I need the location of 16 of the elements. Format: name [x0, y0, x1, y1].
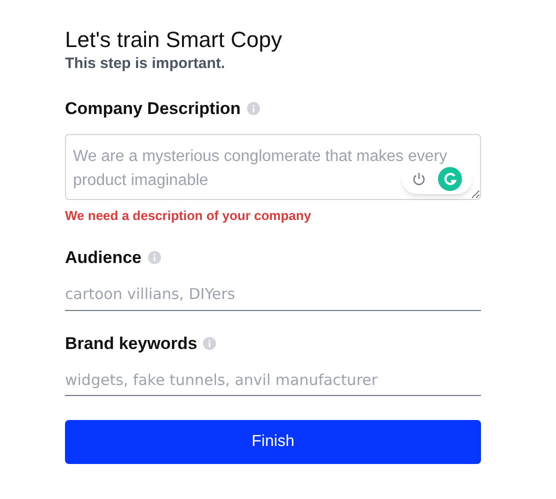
finish-button[interactable]: Finish — [65, 420, 481, 464]
power-icon[interactable] — [412, 172, 426, 186]
text-input-field[interactable]: widgets, fake tunnels, anvil manufacturer — [65, 364, 481, 396]
info-icon — [246, 102, 260, 116]
field-label: Brand keywords — [65, 332, 198, 354]
info-icon — [148, 251, 161, 264]
subtitle: This step is important. — [65, 54, 226, 74]
info-icon — [203, 336, 216, 350]
text-input-field[interactable]: cartoon villians, DIYers — [65, 278, 481, 310]
field-label: Audience — [65, 247, 142, 269]
assistant-logo-icon[interactable] — [438, 166, 462, 190]
field-label: Company Description — [65, 98, 241, 120]
writing-assistant-widget[interactable] — [402, 164, 472, 194]
description-field[interactable]: We are a mysterious conglomerate that makes every product imaginable — [65, 134, 481, 200]
error-message: We need a description of your company — [65, 206, 312, 225]
page-title: Let's train Smart Copy — [65, 26, 283, 54]
